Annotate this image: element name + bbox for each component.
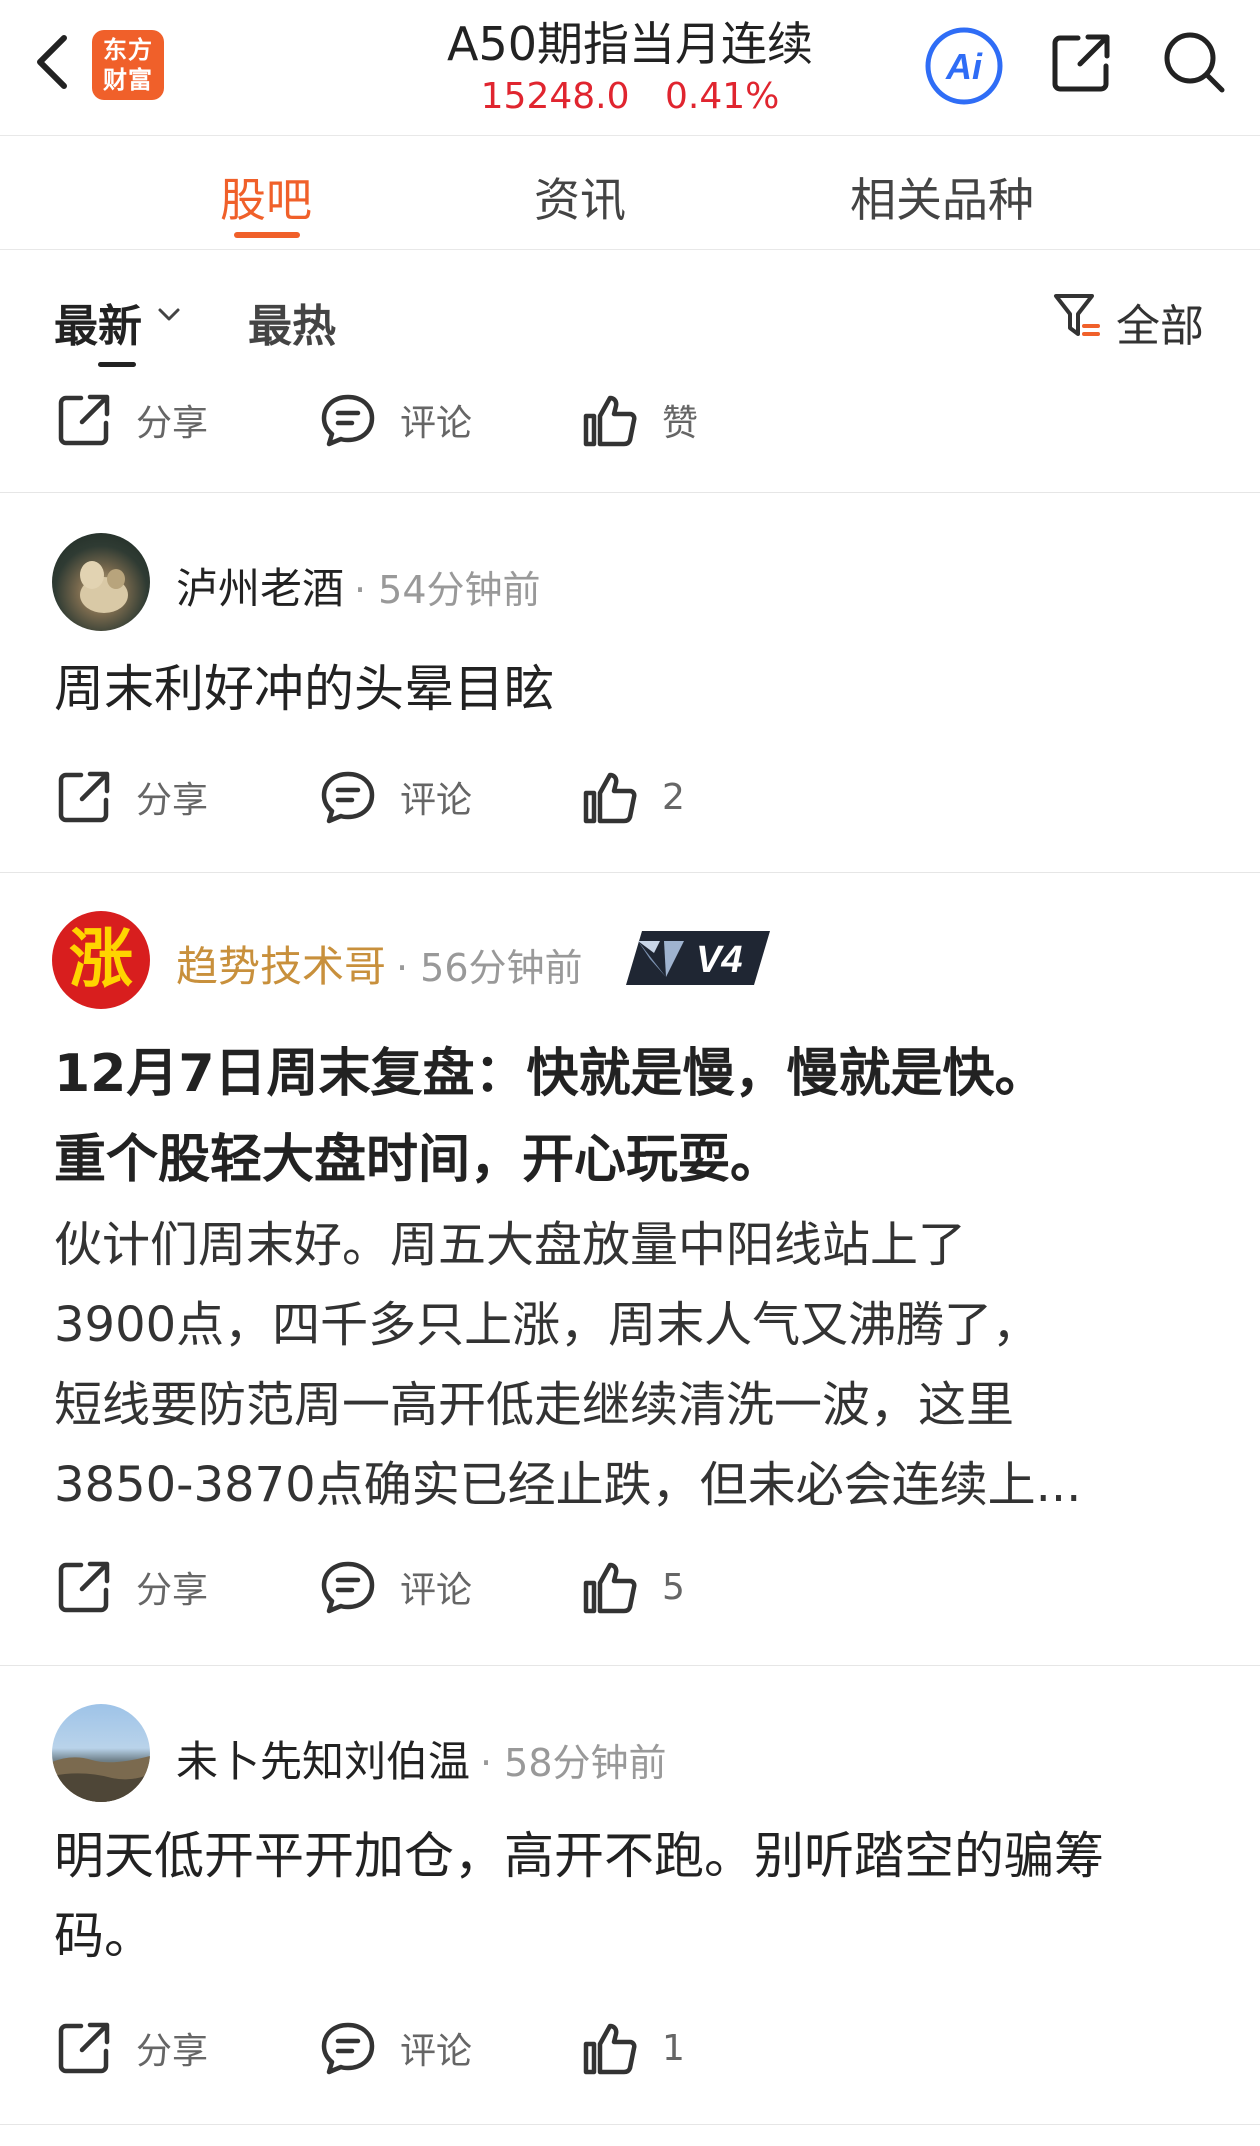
level-badge: V4 <box>626 931 770 985</box>
like-count: 2 <box>662 776 685 818</box>
thumbs-up-icon <box>580 2018 640 2078</box>
tab-bar: 股吧 资讯 相关品种 <box>0 136 1260 250</box>
username[interactable]: 趋势技术哥 · 56分钟前 <box>176 933 583 994</box>
avatar[interactable]: 涨 <box>52 911 150 1009</box>
share-label: 分享 <box>136 780 209 821</box>
tab-related[interactable]: 相关品种 <box>850 164 1034 230</box>
username-text: 趋势技术哥 <box>176 942 387 991</box>
post-actions: 分享 评论 1 <box>0 2008 1260 2088</box>
badge-text: V4 <box>696 939 742 981</box>
post-title[interactable]: 12月7日周末复盘：快就是慢，慢就是快。 重个股轻大盘时间，开心玩耍。 <box>54 1031 1214 1203</box>
post-actions: 分享 评论 赞 <box>0 380 1260 460</box>
top-bar: 东方 财富 A50期指当月连续 15248.0 0.41% Ai <box>0 0 1260 136</box>
comment-label: 评论 <box>400 2031 473 2072</box>
comment-button[interactable]: 评论 <box>318 380 472 460</box>
avatar-image <box>80 561 128 613</box>
post-content-line: 明天低开平开加仓，高开不跑。别听踏空的骗筹 <box>54 1827 1104 1885</box>
like-button[interactable]: 5 <box>580 1547 685 1627</box>
post-title-line: 12月7日周末复盘：快就是慢，慢就是快。 <box>54 1044 1047 1104</box>
thumbs-up-icon <box>580 767 640 827</box>
post-item[interactable]: 涨 趋势技术哥 · 56分钟前 V4 12月7日周末复盘：快就是慢，慢就是快。 重… <box>0 873 1260 1665</box>
like-count: 1 <box>662 2027 685 2069</box>
sort-hot[interactable]: 最热 <box>248 290 336 354</box>
username[interactable]: 泸州老酒 · 54分钟前 <box>176 555 541 616</box>
avatar[interactable] <box>52 1704 150 1802</box>
sort-filter-bar: 最新 最热 全部 <box>0 250 1260 370</box>
post-content-line: 伙计们周末好。周五大盘放量中阳线站上了 <box>54 1217 967 1273</box>
post-title-line: 重个股轻大盘时间，开心玩耍。 <box>54 1130 783 1190</box>
search-icon[interactable] <box>1160 28 1228 96</box>
post-time: · 56分钟前 <box>396 946 583 990</box>
sort-latest[interactable]: 最新 <box>54 290 142 354</box>
avatar[interactable] <box>52 533 150 631</box>
like-button[interactable]: 赞 <box>580 380 698 460</box>
comment-button[interactable]: 评论 <box>318 1547 472 1627</box>
share-label: 分享 <box>136 403 209 444</box>
post-content[interactable]: 伙计们周末好。周五大盘放量中阳线站上了 3900点，四千多只上涨，周末人气又沸腾… <box>54 1205 1214 1525</box>
comment-button[interactable]: 评论 <box>318 2008 472 2088</box>
svg-text:Ai: Ai <box>945 46 983 87</box>
username-text: 未卜先知刘伯温 <box>176 1737 471 1786</box>
like-button[interactable]: 2 <box>580 757 685 837</box>
username[interactable]: 未卜先知刘伯温 · 58分钟前 <box>176 1728 667 1789</box>
post-content[interactable]: 周末利好冲的头晕目眩 <box>54 649 1214 729</box>
share-button[interactable]: 分享 <box>54 2008 208 2088</box>
filter-all[interactable]: 全部 <box>1116 290 1204 354</box>
share-button[interactable]: 分享 <box>54 380 208 460</box>
like-count: 5 <box>662 1566 685 1608</box>
comment-label: 评论 <box>400 780 473 821</box>
share-icon <box>54 767 114 827</box>
chevron-down-icon[interactable] <box>156 302 182 328</box>
avatar-image <box>52 1756 150 1802</box>
thumbs-up-icon <box>580 1557 640 1617</box>
share-icon[interactable] <box>1048 30 1114 96</box>
active-tab-indicator <box>234 232 300 238</box>
comment-icon <box>318 390 378 450</box>
share-icon <box>54 2018 114 2078</box>
comment-label: 评论 <box>400 403 473 444</box>
sort-active-indicator <box>98 362 136 367</box>
share-button[interactable]: 分享 <box>54 1547 208 1627</box>
comment-button[interactable]: 评论 <box>318 757 472 837</box>
post-time: · 54分钟前 <box>354 568 541 612</box>
post-actions: 分享 评论 5 <box>0 1547 1260 1627</box>
post-content[interactable]: 明天低开平开加仓，高开不跑。别听踏空的骗筹 码。 <box>54 1816 1214 1976</box>
divider <box>0 2124 1260 2125</box>
like-button[interactable]: 1 <box>580 2008 685 2088</box>
post-time: · 58分钟前 <box>480 1741 667 1785</box>
avatar-text: 涨 <box>69 923 133 997</box>
post-actions: 分享 评论 2 <box>0 757 1260 837</box>
like-label: 赞 <box>662 403 699 444</box>
tab-guba[interactable]: 股吧 <box>220 164 312 230</box>
price-change: 0.41% <box>664 76 780 117</box>
share-icon <box>54 390 114 450</box>
filter-icon[interactable] <box>1052 290 1104 342</box>
comment-label: 评论 <box>400 1570 473 1611</box>
share-icon <box>54 1557 114 1617</box>
share-label: 分享 <box>136 2031 209 2072</box>
comment-icon <box>318 1557 378 1617</box>
post-item[interactable]: 泸州老酒 · 54分钟前 周末利好冲的头晕目眩 分享 评论 2 <box>0 493 1260 873</box>
last-price: 15248.0 <box>480 76 630 117</box>
post-content-line: 3900点，四千多只上涨，周末人气又沸腾了， <box>54 1297 1041 1353</box>
share-label: 分享 <box>136 1570 209 1611</box>
share-button[interactable]: 分享 <box>54 757 208 837</box>
comment-icon <box>318 2018 378 2078</box>
post-content-line: 短线要防范周一高开低走继续清洗一波，这里 <box>54 1377 1015 1433</box>
post-content-line: 3850-3870点确实已经止跌，但未必会连续上... <box>54 1457 1082 1513</box>
tab-news[interactable]: 资讯 <box>534 164 626 230</box>
comment-icon <box>318 767 378 827</box>
username-text: 泸州老酒 <box>176 564 345 613</box>
post-item[interactable]: 未卜先知刘伯温 · 58分钟前 明天低开平开加仓，高开不跑。别听踏空的骗筹 码。 … <box>0 1666 1260 2126</box>
ai-assistant-icon[interactable]: Ai <box>924 26 1004 106</box>
post-content-line: 码。 <box>54 1907 154 1965</box>
thumbs-up-icon <box>580 390 640 450</box>
